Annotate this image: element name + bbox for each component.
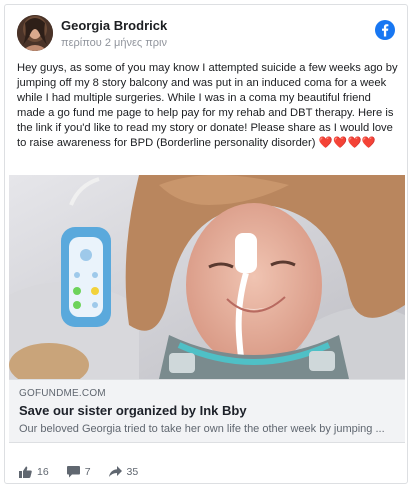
- like-count: 16: [37, 466, 49, 478]
- post-header: Georgia Brodrick περίπου 2 μήνες πριν: [17, 15, 397, 55]
- comment-icon: [66, 466, 80, 478]
- heart-emojis: ❤️❤️❤️❤️: [318, 137, 377, 149]
- action-bar: 16 7 35: [19, 463, 156, 481]
- share-icon: [108, 466, 122, 477]
- share-button[interactable]: 35: [108, 466, 139, 478]
- hospital-photo-image: [9, 175, 405, 379]
- post-timestamp[interactable]: περίπου 2 μήνες πριν: [61, 37, 167, 49]
- post-card: Georgia Brodrick περίπου 2 μήνες πριν He…: [4, 4, 408, 484]
- post-text: Hey guys, as some of you may know I atte…: [17, 62, 398, 149]
- comment-count: 7: [84, 466, 91, 478]
- link-description: Our beloved Georgia tried to take her ow…: [19, 423, 385, 435]
- facebook-logo-icon[interactable]: [375, 20, 395, 40]
- comment-button[interactable]: 7: [66, 466, 91, 478]
- post-body: Hey guys, as some of you may know I atte…: [17, 61, 401, 151]
- like-button[interactable]: 16: [19, 466, 49, 478]
- like-icon: [19, 466, 32, 478]
- link-title[interactable]: Save our sister organized by Ink Bby: [19, 403, 247, 418]
- link-preview[interactable]: GOFUNDME.COM Save our sister organized b…: [9, 379, 405, 443]
- link-domain: GOFUNDME.COM: [19, 388, 106, 399]
- author-name[interactable]: Georgia Brodrick: [61, 18, 167, 33]
- post-photo[interactable]: [9, 175, 405, 379]
- avatar[interactable]: [17, 15, 53, 51]
- share-count: 35: [126, 466, 139, 478]
